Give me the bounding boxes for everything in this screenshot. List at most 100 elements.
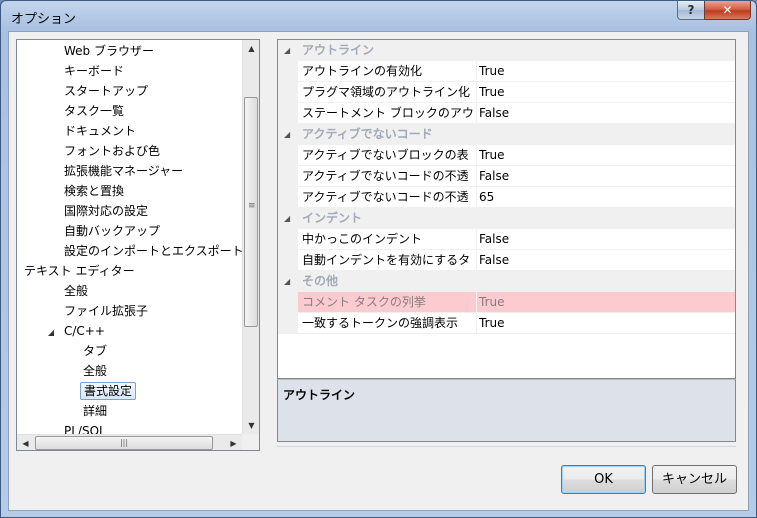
property-row[interactable]: アクティブでないコードの不透 False (278, 166, 735, 187)
property-row[interactable]: コメント タスクの列挙 True (278, 292, 735, 313)
property-row[interactable]: 自動インデントを有効にするタ False (278, 250, 735, 271)
tree-item[interactable]: フォントおよび色 (61, 141, 163, 161)
category-label: アウトライン (302, 43, 375, 57)
tree-item[interactable]: 書式設定 (80, 381, 137, 401)
property-value[interactable]: True (477, 292, 735, 313)
property-name: アクティブでないコードの不透 (298, 187, 477, 208)
property-gutter (278, 166, 298, 187)
tree-item-label: 拡張機能マネージャー (64, 164, 184, 178)
collapse-triangle-icon[interactable]: ◢ (284, 124, 290, 145)
property-category[interactable]: ◢ インデント (278, 208, 735, 229)
tree-item[interactable]: 拡張機能マネージャー (61, 161, 186, 181)
property-gutter (278, 229, 298, 250)
tree-item[interactable]: タブ (80, 341, 110, 361)
tree-item[interactable]: 全般 (61, 281, 91, 301)
property-row[interactable]: プラグマ領域のアウトライン化 True (278, 82, 735, 103)
property-name: 中かっこのインデント (298, 229, 477, 250)
property-value[interactable]: False (477, 250, 735, 271)
property-row[interactable]: 一致するトークンの強調表示 True (278, 313, 735, 334)
property-value[interactable]: True (477, 313, 735, 334)
scroll-down-arrow-icon[interactable]: ▼ (243, 417, 259, 434)
category-label: その他 (302, 274, 339, 288)
tree-item-label: 詳細 (83, 404, 108, 418)
scrollbar-corner (242, 434, 259, 450)
scroll-right-arrow-icon[interactable]: ▶ (225, 435, 242, 450)
title-bar[interactable]: オプション ? ✕ (1, 1, 756, 31)
property-name: アクティブでないコードの不透 (298, 166, 477, 187)
options-dialog: オプション ? ✕ Web ブラウザー キーボードスタートアップ タスク一覧ドキュメ… (0, 0, 757, 518)
category-label: インデント (302, 211, 363, 225)
tree-item-label: タブ (83, 344, 108, 358)
tree-item[interactable]: 詳細 (80, 401, 110, 421)
tree-item[interactable]: Web ブラウザー (61, 41, 157, 61)
tree-item[interactable]: 自動バックアップ (61, 221, 163, 241)
vertical-scroll-thumb[interactable]: ≡ (244, 97, 258, 327)
property-row[interactable]: アクティブでないブロックの表 True (278, 145, 735, 166)
tree-item[interactable]: スタートアップ (61, 81, 151, 101)
tree-item[interactable]: 全般 (80, 361, 110, 381)
tree-item[interactable]: ◢ テキスト エディター (16, 261, 138, 283)
collapse-triangle-icon[interactable]: ◢ (284, 271, 290, 292)
tree-item[interactable]: 検索と置換 (61, 181, 127, 201)
property-value[interactable]: False (477, 166, 735, 187)
property-grid[interactable]: ◢ アウトラインアウトラインの有効化 True プラグマ領域のアウトライン化 True ス… (277, 39, 736, 379)
expanded-triangle-icon[interactable]: ◢ (16, 263, 17, 283)
property-name: 自動インデントを有効にするタ (298, 250, 477, 271)
tree-item[interactable]: 国際対応の設定 (61, 201, 151, 221)
tree-item[interactable]: キーボード (61, 61, 127, 81)
property-name: コメント タスクの列挙 (298, 292, 477, 313)
property-gutter (278, 103, 298, 124)
property-value[interactable]: False (477, 229, 735, 250)
property-category[interactable]: ◢ アクティブでないコード (278, 124, 735, 145)
property-row[interactable]: アクティブでないコードの不透 65 (278, 187, 735, 208)
tree-item-label: ドキュメント (64, 124, 137, 138)
property-row[interactable]: ステートメント ブロックのアウ False (278, 103, 735, 124)
tree-vertical-scrollbar[interactable]: ▲ ≡ ▼ (242, 40, 259, 434)
close-button[interactable]: ✕ (704, 1, 751, 20)
property-value[interactable]: True (477, 61, 735, 82)
property-gutter (278, 250, 298, 271)
property-gutter (278, 292, 298, 313)
property-gutter (278, 145, 298, 166)
scroll-up-arrow-icon[interactable]: ▲ (243, 40, 259, 57)
options-tree[interactable]: Web ブラウザー キーボードスタートアップ タスク一覧ドキュメントフォントおよび色… (16, 39, 260, 451)
tree-item-label: 全般 (64, 284, 89, 298)
property-value[interactable]: False (477, 103, 735, 124)
tree-item-label: 検索と置換 (64, 184, 125, 198)
tree-item[interactable]: ファイル拡張子 (61, 301, 151, 321)
window-title: オプション (11, 12, 77, 27)
property-value[interactable]: True (477, 82, 735, 103)
tree-item-label: キーボード (64, 64, 125, 78)
description-title: アウトライン (283, 388, 356, 402)
tree-item-label: テキスト エディター (24, 264, 135, 278)
collapse-triangle-icon[interactable]: ◢ (284, 40, 290, 61)
tree-horizontal-scrollbar[interactable]: ◀ ||| ▶ (17, 434, 242, 450)
property-value[interactable]: 65 (477, 187, 735, 208)
tree-item-label: 全般 (83, 364, 108, 378)
property-value[interactable]: True (477, 145, 735, 166)
help-button[interactable]: ? (677, 1, 705, 20)
tree-item[interactable]: ドキュメント (61, 121, 139, 141)
scroll-grip-icon: ≡ (248, 201, 256, 211)
dialog-client: Web ブラウザー キーボードスタートアップ タスク一覧ドキュメントフォントおよび色… (8, 31, 749, 511)
property-category[interactable]: ◢ その他 (278, 271, 735, 292)
collapse-triangle-icon[interactable]: ◢ (284, 208, 290, 229)
property-category[interactable]: ◢ アウトライン (278, 40, 735, 61)
ok-button[interactable]: OK (561, 465, 646, 494)
tree-item-label: C/C++ (64, 324, 105, 338)
cancel-button[interactable]: キャンセル (652, 465, 737, 494)
tree-item[interactable]: タスク一覧 (61, 101, 127, 121)
property-gutter (278, 61, 298, 82)
scroll-left-arrow-icon[interactable]: ◀ (17, 435, 34, 450)
property-row[interactable]: アウトラインの有効化 True (278, 61, 735, 82)
property-row[interactable]: 中かっこのインデント False (278, 229, 735, 250)
expanded-triangle-icon[interactable]: ◢ (45, 323, 57, 343)
tree-item[interactable]: 設定のインポートとエクスポート (61, 241, 247, 261)
property-name: アクティブでないブロックの表 (298, 145, 477, 166)
tree-item-label: Web ブラウザー (64, 44, 154, 58)
property-name: ステートメント ブロックのアウ (298, 103, 477, 124)
horizontal-scroll-thumb[interactable]: ||| (35, 436, 213, 450)
tree-item-label: 設定のインポートとエクスポート (64, 244, 244, 258)
tree-item-label: フォントおよび色 (64, 144, 161, 158)
tree-item[interactable]: ◢ C/C++ (45, 321, 108, 341)
